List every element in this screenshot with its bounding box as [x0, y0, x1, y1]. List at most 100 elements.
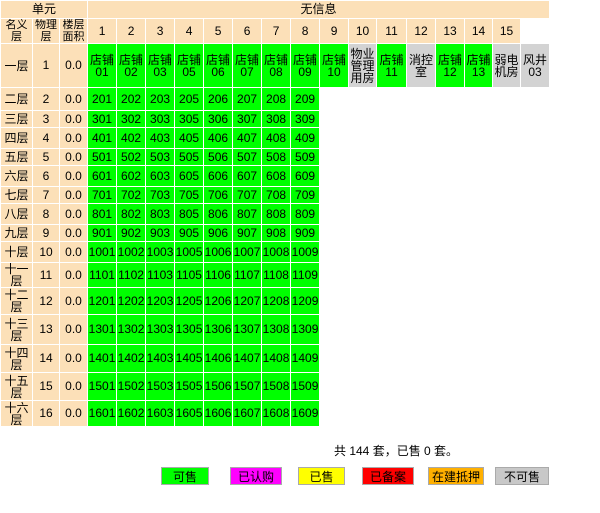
unit-cell-available[interactable]: 1306 [203, 314, 234, 345]
available-unit-cell[interactable]: 店铺05 [174, 43, 205, 88]
unit-cell-available[interactable]: 802 [116, 203, 147, 225]
unit-cell-available[interactable]: 1505 [174, 372, 205, 401]
unit-cell-available[interactable]: 1403 [145, 344, 176, 373]
available-unit-cell[interactable]: 店铺11 [376, 43, 408, 88]
unit-cell-available[interactable]: 409 [290, 127, 321, 149]
unit-cell-available[interactable]: 903 [145, 224, 176, 242]
unit-cell-available[interactable]: 708 [261, 186, 292, 204]
available-unit-cell[interactable]: 店铺08 [261, 43, 292, 88]
unit-cell-available[interactable]: 602 [116, 165, 147, 187]
unit-cell-available[interactable]: 1208 [261, 287, 292, 315]
unit-cell-available[interactable]: 1202 [116, 287, 147, 315]
unit-cell-available[interactable]: 709 [290, 186, 321, 204]
available-unit-cell[interactable]: 店铺09 [290, 43, 321, 88]
unit-cell-available[interactable]: 505 [174, 148, 205, 166]
unit-cell-available[interactable]: 1605 [174, 400, 205, 427]
unit-cell-available[interactable]: 1105 [174, 262, 205, 288]
unit-cell-available[interactable]: 1205 [174, 287, 205, 315]
unit-cell-available[interactable]: 1007 [232, 241, 263, 263]
unit-cell-available[interactable]: 1009 [290, 241, 321, 263]
unit-cell-available[interactable]: 607 [232, 165, 263, 187]
unit-cell-available[interactable]: 502 [116, 148, 147, 166]
unit-cell-available[interactable]: 1607 [232, 400, 263, 427]
unit-cell-available[interactable]: 601 [87, 165, 118, 187]
unit-cell-available[interactable]: 1405 [174, 344, 205, 373]
unit-cell-available[interactable]: 301 [87, 110, 118, 128]
unit-cell-available[interactable]: 306 [203, 110, 234, 128]
unit-cell-available[interactable]: 1408 [261, 344, 292, 373]
unit-cell-available[interactable]: 1201 [87, 287, 118, 315]
unit-cell-available[interactable]: 808 [261, 203, 292, 225]
non-sale-unit-cell[interactable]: 弱电机房 [492, 43, 522, 88]
unit-cell-available[interactable]: 202 [116, 87, 147, 111]
unit-cell-available[interactable]: 1502 [116, 372, 147, 401]
unit-cell-available[interactable]: 703 [145, 186, 176, 204]
unit-cell-available[interactable]: 803 [145, 203, 176, 225]
unit-cell-available[interactable]: 1407 [232, 344, 263, 373]
unit-cell-available[interactable]: 605 [174, 165, 205, 187]
unit-cell-available[interactable]: 807 [232, 203, 263, 225]
unit-cell-available[interactable]: 702 [116, 186, 147, 204]
unit-cell-available[interactable]: 1601 [87, 400, 118, 427]
unit-cell-available[interactable]: 1402 [116, 344, 147, 373]
unit-cell-available[interactable]: 1406 [203, 344, 234, 373]
unit-cell-available[interactable]: 905 [174, 224, 205, 242]
unit-cell-available[interactable]: 1101 [87, 262, 118, 288]
unit-cell-available[interactable]: 1603 [145, 400, 176, 427]
unit-cell-available[interactable]: 407 [232, 127, 263, 149]
available-unit-cell[interactable]: 店铺12 [435, 43, 466, 88]
unit-cell-available[interactable]: 906 [203, 224, 234, 242]
unit-cell-available[interactable]: 507 [232, 148, 263, 166]
unit-cell-available[interactable]: 406 [203, 127, 234, 149]
unit-cell-available[interactable]: 1001 [87, 241, 118, 263]
unit-cell-available[interactable]: 303 [145, 110, 176, 128]
unit-cell-available[interactable]: 206 [203, 87, 234, 111]
unit-cell-available[interactable]: 609 [290, 165, 321, 187]
unit-cell-available[interactable]: 1508 [261, 372, 292, 401]
unit-cell-available[interactable]: 1002 [116, 241, 147, 263]
unit-cell-available[interactable]: 201 [87, 87, 118, 111]
unit-cell-available[interactable]: 1109 [290, 262, 321, 288]
unit-cell-available[interactable]: 1501 [87, 372, 118, 401]
non-sale-unit-cell[interactable]: 物业管理用房 [348, 43, 378, 88]
unit-cell-available[interactable]: 608 [261, 165, 292, 187]
unit-cell-available[interactable]: 1606 [203, 400, 234, 427]
unit-cell-available[interactable]: 1608 [261, 400, 292, 427]
unit-cell-available[interactable]: 1103 [145, 262, 176, 288]
unit-cell-available[interactable]: 1309 [290, 314, 321, 345]
unit-cell-available[interactable]: 203 [145, 87, 176, 111]
unit-cell-available[interactable]: 1409 [290, 344, 321, 373]
unit-cell-available[interactable]: 1207 [232, 287, 263, 315]
unit-cell-available[interactable]: 1203 [145, 287, 176, 315]
unit-cell-available[interactable]: 1107 [232, 262, 263, 288]
unit-cell-available[interactable]: 207 [232, 87, 263, 111]
unit-cell-available[interactable]: 405 [174, 127, 205, 149]
unit-cell-available[interactable]: 503 [145, 148, 176, 166]
unit-cell-available[interactable]: 1507 [232, 372, 263, 401]
unit-cell-available[interactable]: 1602 [116, 400, 147, 427]
unit-cell-available[interactable]: 1006 [203, 241, 234, 263]
unit-cell-available[interactable]: 1307 [232, 314, 263, 345]
unit-cell-available[interactable]: 706 [203, 186, 234, 204]
non-sale-unit-cell[interactable]: 风井03 [520, 43, 551, 88]
unit-cell-available[interactable]: 901 [87, 224, 118, 242]
available-unit-cell[interactable]: 店铺07 [232, 43, 263, 88]
unit-cell-available[interactable]: 309 [290, 110, 321, 128]
unit-cell-available[interactable]: 1509 [290, 372, 321, 401]
unit-cell-available[interactable]: 1305 [174, 314, 205, 345]
unit-cell-available[interactable]: 902 [116, 224, 147, 242]
unit-cell-available[interactable]: 1209 [290, 287, 321, 315]
unit-cell-available[interactable]: 508 [261, 148, 292, 166]
available-unit-cell[interactable]: 店铺02 [116, 43, 147, 88]
unit-cell-available[interactable]: 1301 [87, 314, 118, 345]
unit-cell-available[interactable]: 1005 [174, 241, 205, 263]
unit-cell-available[interactable]: 707 [232, 186, 263, 204]
available-unit-cell[interactable]: 店铺13 [464, 43, 494, 88]
available-unit-cell[interactable]: 店铺01 [87, 43, 118, 88]
unit-cell-available[interactable]: 501 [87, 148, 118, 166]
unit-cell-available[interactable]: 801 [87, 203, 118, 225]
unit-cell-available[interactable]: 308 [261, 110, 292, 128]
unit-cell-available[interactable]: 209 [290, 87, 321, 111]
unit-cell-available[interactable]: 302 [116, 110, 147, 128]
unit-cell-available[interactable]: 205 [174, 87, 205, 111]
